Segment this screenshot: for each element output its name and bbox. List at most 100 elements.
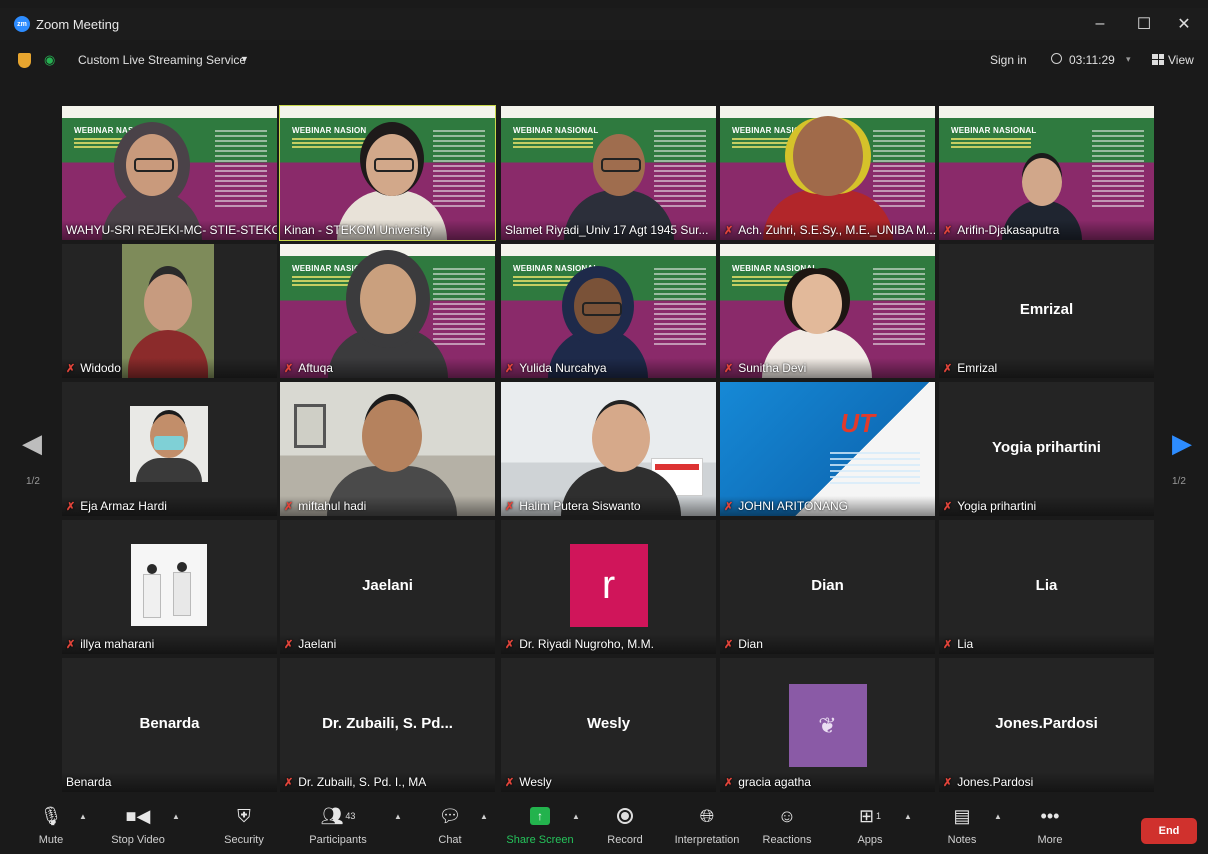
video-tile[interactable]: ❦ ✗ gracia agatha bbox=[720, 658, 935, 792]
webinar-title-text: WEBINAR NASIONAL bbox=[513, 264, 599, 273]
security-button[interactable]: ⛨ Security bbox=[204, 804, 284, 847]
video-tile[interactable]: WEBINAR NASIONAL WAHYU-SRI REJEKI-MC- ST… bbox=[62, 106, 277, 240]
window-title: Zoom Meeting bbox=[36, 16, 120, 32]
interpretation-button[interactable]: 🌐︎ Interpretation bbox=[667, 804, 747, 847]
stop-video-button[interactable]: ■◀ Stop Video bbox=[98, 804, 178, 847]
muted-mic-icon: ✗ bbox=[943, 362, 953, 375]
reactions-smiley-icon: ☺ bbox=[777, 805, 797, 826]
minimize-button[interactable]: – bbox=[1080, 8, 1120, 40]
encryption-shield-icon[interactable] bbox=[18, 53, 31, 68]
participants-button[interactable]: 👥︎ 43 Participants bbox=[298, 804, 378, 847]
video-tile[interactable]: Wesly ✗ Wesly bbox=[501, 658, 716, 792]
video-tile[interactable]: Jaelani ✗ Jaelani bbox=[280, 520, 495, 654]
video-tile[interactable]: WEBINAR NASION ✗ Aftuqa bbox=[280, 244, 495, 378]
video-tile[interactable]: Jones.Pardosi ✗ Jones.Pardosi bbox=[939, 658, 1154, 792]
video-tile[interactable]: ✗ Widodo bbox=[62, 244, 277, 378]
participant-name: ✗ Ach. Zuhri, S.E.Sy., M.E._UNIBA M... bbox=[720, 220, 935, 240]
video-tile[interactable]: ✗ miftahul hadi bbox=[280, 382, 495, 516]
more-dots-icon: ••• bbox=[1040, 805, 1060, 826]
sign-in-link[interactable]: Sign in bbox=[990, 53, 1027, 67]
participant-display-name: Lia bbox=[1035, 576, 1058, 594]
muted-mic-icon: ✗ bbox=[505, 500, 515, 513]
record-button[interactable]: Record bbox=[585, 804, 665, 846]
participant-name: ✗ miftahul hadi bbox=[280, 496, 495, 516]
video-tile[interactable]: UT ✗ JOHNI ARITONANG bbox=[720, 382, 935, 516]
zoom-logo-icon: zm bbox=[14, 16, 30, 32]
participant-display-name: Jones.Pardosi bbox=[995, 714, 1098, 732]
view-button[interactable]: View bbox=[1168, 53, 1194, 67]
participant-name: ✗ illya maharani bbox=[62, 634, 277, 654]
participant-name: ✗ Jaelani bbox=[280, 634, 495, 654]
maximize-button[interactable]: ☐ bbox=[1124, 8, 1164, 40]
notes-chevron-icon[interactable]: ▲ bbox=[994, 812, 1002, 821]
participant-display-name: Benarda bbox=[139, 714, 200, 732]
participant-name: ✗ Wesly bbox=[501, 772, 716, 792]
video-tile[interactable]: WEBINAR NASIONAL ✗ Ach. Zuhri, S.E.Sy., M… bbox=[720, 106, 935, 240]
participant-name: Slamet Riyadi_Univ 17 Agt 1945 Sur... bbox=[501, 220, 716, 240]
share-screen-button[interactable]: ↑ Share Screen bbox=[500, 804, 580, 846]
chat-chevron-icon[interactable]: ▲ bbox=[480, 812, 488, 821]
mute-button[interactable]: 🎙︎ Mute bbox=[11, 804, 91, 847]
participant-name: ✗ Dian bbox=[720, 634, 935, 654]
next-page-arrow-icon[interactable]: ▶ bbox=[1172, 428, 1192, 459]
notes-button[interactable]: ▤ Notes bbox=[922, 804, 1002, 847]
end-meeting-button[interactable]: End bbox=[1141, 818, 1197, 844]
reactions-button[interactable]: ☺ Reactions bbox=[747, 804, 827, 847]
muted-mic-icon: ✗ bbox=[724, 362, 734, 375]
apps-button[interactable]: ⊞ 1 Apps bbox=[830, 804, 910, 847]
video-tile[interactable]: WEBINAR NASIONAL ✗ Yulida Nurcahya bbox=[501, 244, 716, 378]
video-gallery: WEBINAR NASIONAL WAHYU-SRI REJEKI-MC- ST… bbox=[0, 82, 1208, 798]
more-button[interactable]: ••• More bbox=[1010, 804, 1090, 847]
video-tile[interactable]: ✗ illya maharani bbox=[62, 520, 277, 654]
video-tile[interactable]: ✗ Eja Armaz Hardi bbox=[62, 382, 277, 516]
meeting-timer: 03:11:29 bbox=[1069, 53, 1115, 67]
participant-display-name: Dian bbox=[811, 576, 844, 594]
video-options-chevron-icon[interactable]: ▲ bbox=[172, 812, 180, 821]
video-tile[interactable]: Dian ✗ Dian bbox=[720, 520, 935, 654]
webinar-title-text: WEBINAR NASIONAL bbox=[732, 264, 818, 273]
record-icon bbox=[585, 804, 665, 828]
participant-name: ✗ JOHNI ARITONANG bbox=[720, 496, 935, 516]
reactions-label: Reactions bbox=[762, 834, 812, 846]
chevron-down-icon[interactable]: ▼ bbox=[240, 54, 249, 64]
participants-chevron-icon[interactable]: ▲ bbox=[394, 812, 402, 821]
participant-display-name: Dr. Zubaili, S. Pd... bbox=[322, 714, 453, 732]
participant-name: WAHYU-SRI REJEKI-MC- STIE-STEKO... bbox=[62, 220, 277, 240]
muted-mic-icon: ✗ bbox=[284, 776, 294, 789]
participant-name: ✗ Jones.Pardosi bbox=[939, 772, 1154, 792]
share-chevron-icon[interactable]: ▲ bbox=[572, 812, 580, 821]
video-tile[interactable]: ✗ Halim Putera Siswanto bbox=[501, 382, 716, 516]
chat-button[interactable]: 💬︎ Chat bbox=[410, 804, 490, 847]
video-tile[interactable]: Yogia prihartini ✗ Yogia prihartini bbox=[939, 382, 1154, 516]
globe-icon: 🌐︎ bbox=[699, 805, 715, 826]
previous-page-arrow-icon[interactable]: ◀ bbox=[22, 428, 42, 459]
video-tile[interactable]: r ✗ Dr. Riyadi Nugroho, M.M. bbox=[501, 520, 716, 654]
video-tile[interactable]: Lia ✗ Lia bbox=[939, 520, 1154, 654]
chat-bubble-icon: 💬︎ bbox=[438, 805, 462, 826]
video-tile[interactable]: WEBINAR NASIONAL Slamet Riyadi_Univ 17 A… bbox=[501, 106, 716, 240]
streaming-service-label[interactable]: Custom Live Streaming Service bbox=[78, 53, 246, 67]
participant-display-name: Wesly bbox=[586, 714, 631, 732]
muted-mic-icon: ✗ bbox=[505, 776, 515, 789]
gallery-view-icon[interactable] bbox=[1152, 54, 1164, 65]
participant-name: ✗ Lia bbox=[939, 634, 1154, 654]
participant-name: ✗ Yulida Nurcahya bbox=[501, 358, 716, 378]
video-tile[interactable]: Benarda Benarda bbox=[62, 658, 277, 792]
video-tile[interactable]: Emrizal ✗ Emrizal bbox=[939, 244, 1154, 378]
video-tile[interactable]: WEBINAR NASIONAL ✗ Arifin-Djakasaputra bbox=[939, 106, 1154, 240]
audio-options-chevron-icon[interactable]: ▲ bbox=[79, 812, 87, 821]
participant-video bbox=[130, 406, 208, 482]
apps-chevron-icon[interactable]: ▲ bbox=[904, 812, 912, 821]
video-tile[interactable]: Dr. Zubaili, S. Pd... ✗ Dr. Zubaili, S. P… bbox=[280, 658, 495, 792]
video-tile[interactable]: WEBINAR NASIONAL ✗ Sunitha Devi bbox=[720, 244, 935, 378]
participant-name: ✗ Aftuqa bbox=[280, 358, 495, 378]
video-tile-active-speaker[interactable]: WEBINAR NASION Kinan - STEKOM University bbox=[279, 105, 496, 241]
participant-name: ✗ Halim Putera Siswanto bbox=[501, 496, 716, 516]
apps-icon: ⊞ 1 bbox=[858, 805, 882, 826]
participant-name: ✗ Yogia prihartini bbox=[939, 496, 1154, 516]
close-button[interactable]: ✕ bbox=[1164, 8, 1204, 40]
notes-label: Notes bbox=[947, 834, 977, 846]
participant-name: ✗ Dr. Riyadi Nugroho, M.M. bbox=[501, 634, 716, 654]
timer-chevron-icon[interactable]: ▾ bbox=[1126, 54, 1131, 65]
share-screen-icon: ↑ bbox=[500, 804, 580, 828]
